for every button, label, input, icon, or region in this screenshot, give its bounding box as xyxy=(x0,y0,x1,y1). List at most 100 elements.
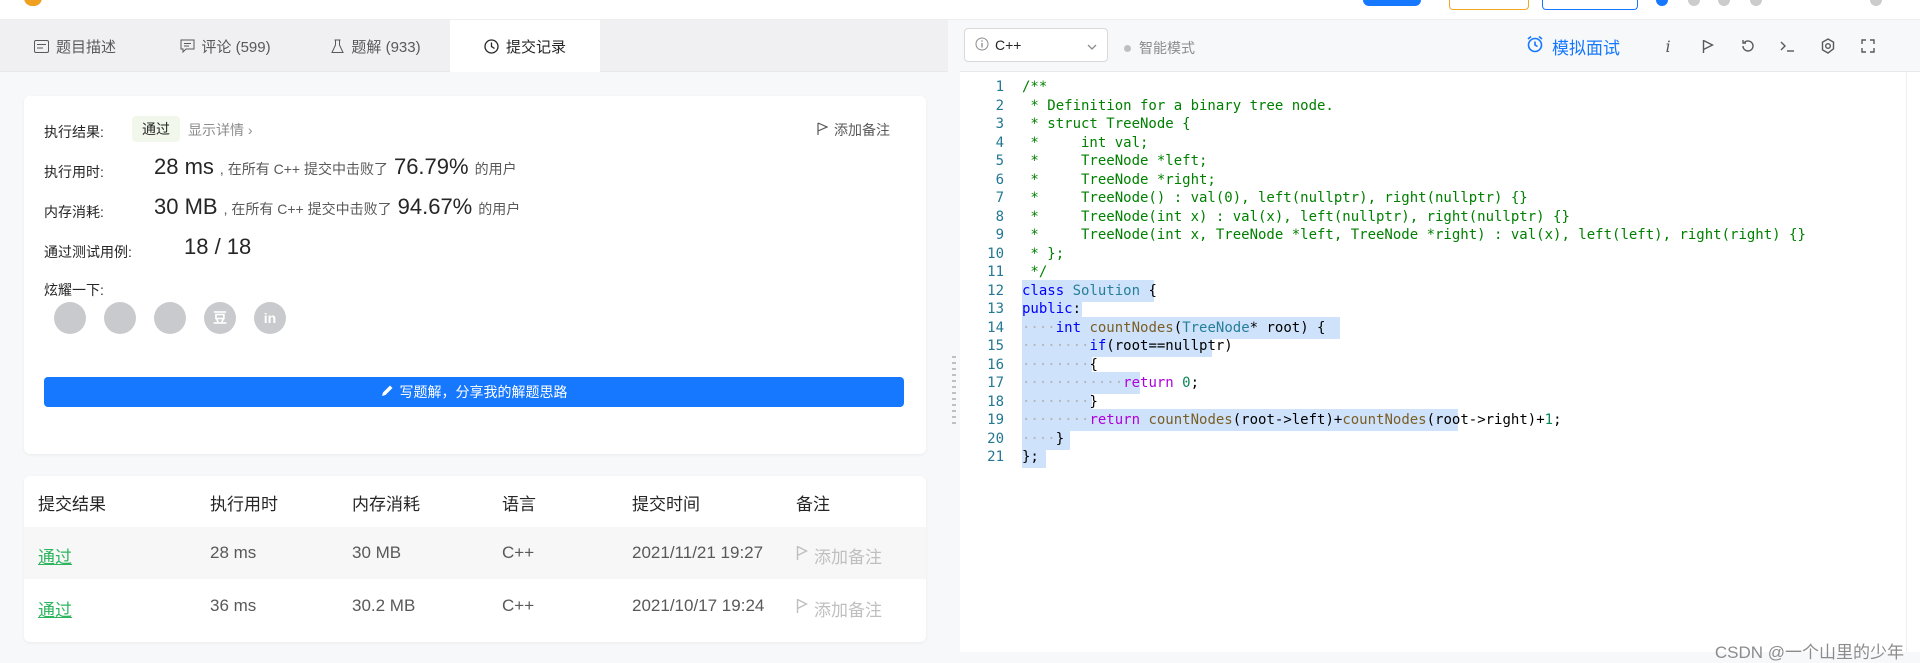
column-header: 内存消耗 xyxy=(352,495,420,514)
header-icon[interactable] xyxy=(1688,0,1700,6)
code-line[interactable]: 21}; xyxy=(960,446,1920,468)
memory-text: , 在所有 C++ 提交中击败了 xyxy=(223,201,392,217)
tab-label: 评论 (599) xyxy=(201,38,271,56)
column-header: 语言 xyxy=(502,495,536,514)
settings-icon[interactable] xyxy=(1818,36,1838,56)
add-note-label: 添加备注 xyxy=(834,122,890,138)
header-icon[interactable] xyxy=(1870,0,1882,6)
tab-comments[interactable]: 评论 (599) xyxy=(150,20,300,72)
date-cell: 2021/11/21 19:27 xyxy=(632,543,764,562)
flag-icon[interactable] xyxy=(1698,36,1718,56)
editor-panel: C++ 智能模式 模拟面试 i 1/** 2 * Definition for a… xyxy=(960,20,1920,662)
runtime-suffix: 的用户 xyxy=(474,161,517,177)
info-italic-icon[interactable]: i xyxy=(1658,36,1678,56)
header-blue-button[interactable] xyxy=(1542,0,1638,10)
memory-suffix: 的用户 xyxy=(478,201,521,217)
weibo-icon[interactable] xyxy=(104,302,136,334)
mock-interview-button[interactable]: 模拟面试 xyxy=(1526,34,1620,59)
submission-table: 提交结果 执行用时 内存消耗 语言 提交时间 备注 通过 28 ms 30 MB… xyxy=(24,476,926,642)
header-button[interactable] xyxy=(1363,0,1421,6)
show-details-link[interactable]: 显示详情 › xyxy=(188,120,253,140)
write-solution-button[interactable]: 写题解，分享我的解题思路 xyxy=(44,377,904,407)
code-editor[interactable]: 1/** 2 * Definition for a binary tree nod… xyxy=(960,72,1920,652)
editor-toolbar: C++ 智能模式 模拟面试 i xyxy=(960,20,1920,72)
flag-icon xyxy=(817,121,829,139)
editor-scrollbar[interactable] xyxy=(1906,72,1920,652)
tab-label: 提交记录 xyxy=(505,38,566,56)
write-solution-label: 写题解，分享我的解题思路 xyxy=(399,384,568,400)
runtime-cell: 28 ms xyxy=(210,543,257,562)
memory-metric: 30 MB , 在所有 C++ 提交中击败了 94.67% 的用户 xyxy=(154,194,520,220)
tab-description[interactable]: 题目描述 xyxy=(0,20,150,72)
left-tab-bar: 题目描述 评论 (599) 题解 (933) 提交记录 xyxy=(0,20,950,72)
memory-percent: 94.67% xyxy=(397,194,473,219)
runtime-text: , 在所有 C++ 提交中击败了 xyxy=(219,161,388,177)
language-value: C++ xyxy=(995,37,1022,53)
runtime-value: 28 ms xyxy=(154,154,214,179)
watermark: CSDN @一个山里的少年 xyxy=(1714,643,1904,662)
add-note-cell[interactable]: 添加备注 xyxy=(796,596,882,621)
flag-icon xyxy=(796,545,809,566)
flag-icon xyxy=(796,598,809,619)
reset-icon[interactable] xyxy=(1738,36,1758,56)
column-header: 提交时间 xyxy=(632,495,700,514)
result-card: 执行结果: 通过 显示详情 › 添加备注 执行用时: 28 ms , 在所有 C… xyxy=(24,96,926,454)
header-icon[interactable] xyxy=(1750,0,1762,6)
tab-label: 题目描述 xyxy=(55,38,116,56)
column-header: 执行用时 xyxy=(210,495,278,514)
tab-submissions[interactable]: 提交记录 xyxy=(450,20,600,72)
alarm-clock-icon xyxy=(1526,35,1544,58)
drag-handle-icon[interactable] xyxy=(952,356,956,426)
header-icon[interactable] xyxy=(1718,0,1730,6)
add-note-cell[interactable]: 添加备注 xyxy=(796,543,882,568)
clock-icon xyxy=(484,38,500,54)
code-text: }; xyxy=(1022,449,1039,465)
tab-label: 题解 (933) xyxy=(351,38,421,56)
table-row[interactable]: 通过 28 ms 30 MB C++ 2021/11/21 19:27 添加备注 xyxy=(24,527,926,579)
column-header: 提交结果 xyxy=(38,495,106,514)
status-badge: 通过 xyxy=(132,116,180,142)
memory-value: 30 MB xyxy=(154,194,218,219)
status-label: 执行结果: xyxy=(44,124,104,140)
result-link[interactable]: 通过 xyxy=(38,543,72,568)
language-select[interactable]: C++ xyxy=(964,28,1108,62)
description-icon xyxy=(34,38,50,54)
runtime-percent: 76.79% xyxy=(393,154,469,179)
panel-splitter[interactable] xyxy=(948,20,960,652)
qq-icon[interactable] xyxy=(154,302,186,334)
tests-metric: 18 / 18 xyxy=(184,234,251,260)
chevron-down-icon xyxy=(1087,37,1097,53)
smart-mode-label: 智能模式 xyxy=(1139,40,1195,56)
fullscreen-icon[interactable] xyxy=(1858,36,1878,56)
line-number: 21 xyxy=(987,449,1004,465)
header-icon[interactable] xyxy=(1656,0,1668,6)
result-link[interactable]: 通过 xyxy=(38,596,72,621)
smart-mode-toggle[interactable]: 智能模式 xyxy=(1124,38,1195,58)
wechat-icon[interactable] xyxy=(54,302,86,334)
flask-icon xyxy=(329,38,345,54)
comment-icon xyxy=(179,38,195,54)
status-dot-icon xyxy=(1124,44,1131,52)
runtime-metric: 28 ms , 在所有 C++ 提交中击败了 76.79% 的用户 xyxy=(154,154,517,180)
header-orange-button[interactable] xyxy=(1449,0,1529,10)
tab-solutions[interactable]: 题解 (933) xyxy=(300,20,450,72)
mock-interview-label: 模拟面试 xyxy=(1552,39,1620,58)
memory-cell: 30.2 MB xyxy=(352,596,416,615)
table-header: 提交结果 执行用时 内存消耗 语言 提交时间 备注 xyxy=(24,476,926,526)
terminal-icon[interactable] xyxy=(1778,36,1798,56)
column-header: 备注 xyxy=(796,495,830,514)
table-row[interactable]: 通过 36 ms 30.2 MB C++ 2021/10/17 19:24 添加… xyxy=(24,580,926,632)
site-header xyxy=(0,0,1920,20)
language-cell: C++ xyxy=(502,596,535,615)
tests-label: 通过测试用例: xyxy=(44,244,132,260)
info-icon xyxy=(975,37,989,54)
share-label: 炫耀一下: xyxy=(44,282,104,298)
linkedin-icon[interactable]: in xyxy=(254,302,286,334)
date-cell: 2021/10/17 19:24 xyxy=(632,596,765,615)
memory-label: 内存消耗: xyxy=(44,204,104,220)
logo-icon xyxy=(24,0,42,6)
add-note-button[interactable]: 添加备注 xyxy=(817,120,890,140)
douban-icon[interactable]: 豆 xyxy=(204,302,236,334)
add-note-label: 添加备注 xyxy=(814,601,882,620)
add-note-label: 添加备注 xyxy=(814,548,882,567)
